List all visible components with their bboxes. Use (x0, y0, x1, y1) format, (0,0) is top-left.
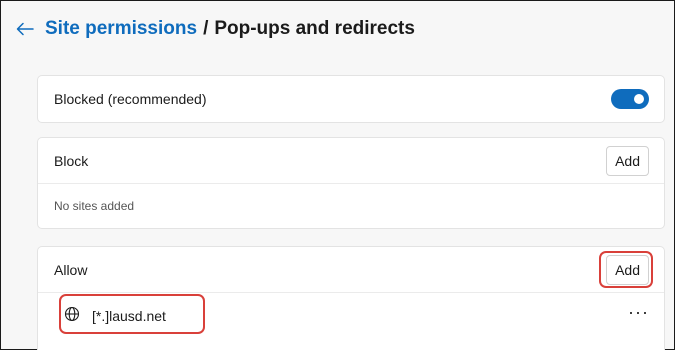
block-section-card: Block Add No sites added (37, 137, 665, 229)
blocked-setting-card: Blocked (recommended) (37, 75, 665, 123)
page-title: Pop-ups and redirects (214, 18, 415, 39)
allow-add-button[interactable]: Add (606, 254, 649, 285)
breadcrumb: Site permissions / Pop-ups and redirects (15, 15, 415, 43)
allow-site-row[interactable]: [*.]lausd.net ··· (38, 293, 664, 339)
settings-page: Site permissions / Pop-ups and redirects… (0, 0, 675, 350)
blocked-toggle[interactable] (611, 89, 649, 109)
block-add-button[interactable]: Add (606, 145, 649, 176)
arrow-left-icon[interactable] (15, 19, 35, 39)
allow-section-title: Allow (54, 261, 88, 278)
breadcrumb-separator: / (203, 18, 209, 39)
more-options-icon[interactable]: ··· (628, 303, 649, 325)
allow-section-card: Allow Add [*.]lausd.net ··· (37, 246, 665, 350)
breadcrumb-parent-link[interactable]: Site permissions (45, 18, 197, 40)
blocked-setting-label: Blocked (recommended) (54, 91, 207, 107)
block-section-title: Block (54, 152, 89, 169)
toggle-knob (634, 94, 644, 104)
site-name: [*.]lausd.net (92, 308, 166, 324)
site-entry: [*.]lausd.net (54, 306, 166, 327)
block-empty-text: No sites added (54, 199, 135, 213)
globe-icon (64, 306, 80, 327)
